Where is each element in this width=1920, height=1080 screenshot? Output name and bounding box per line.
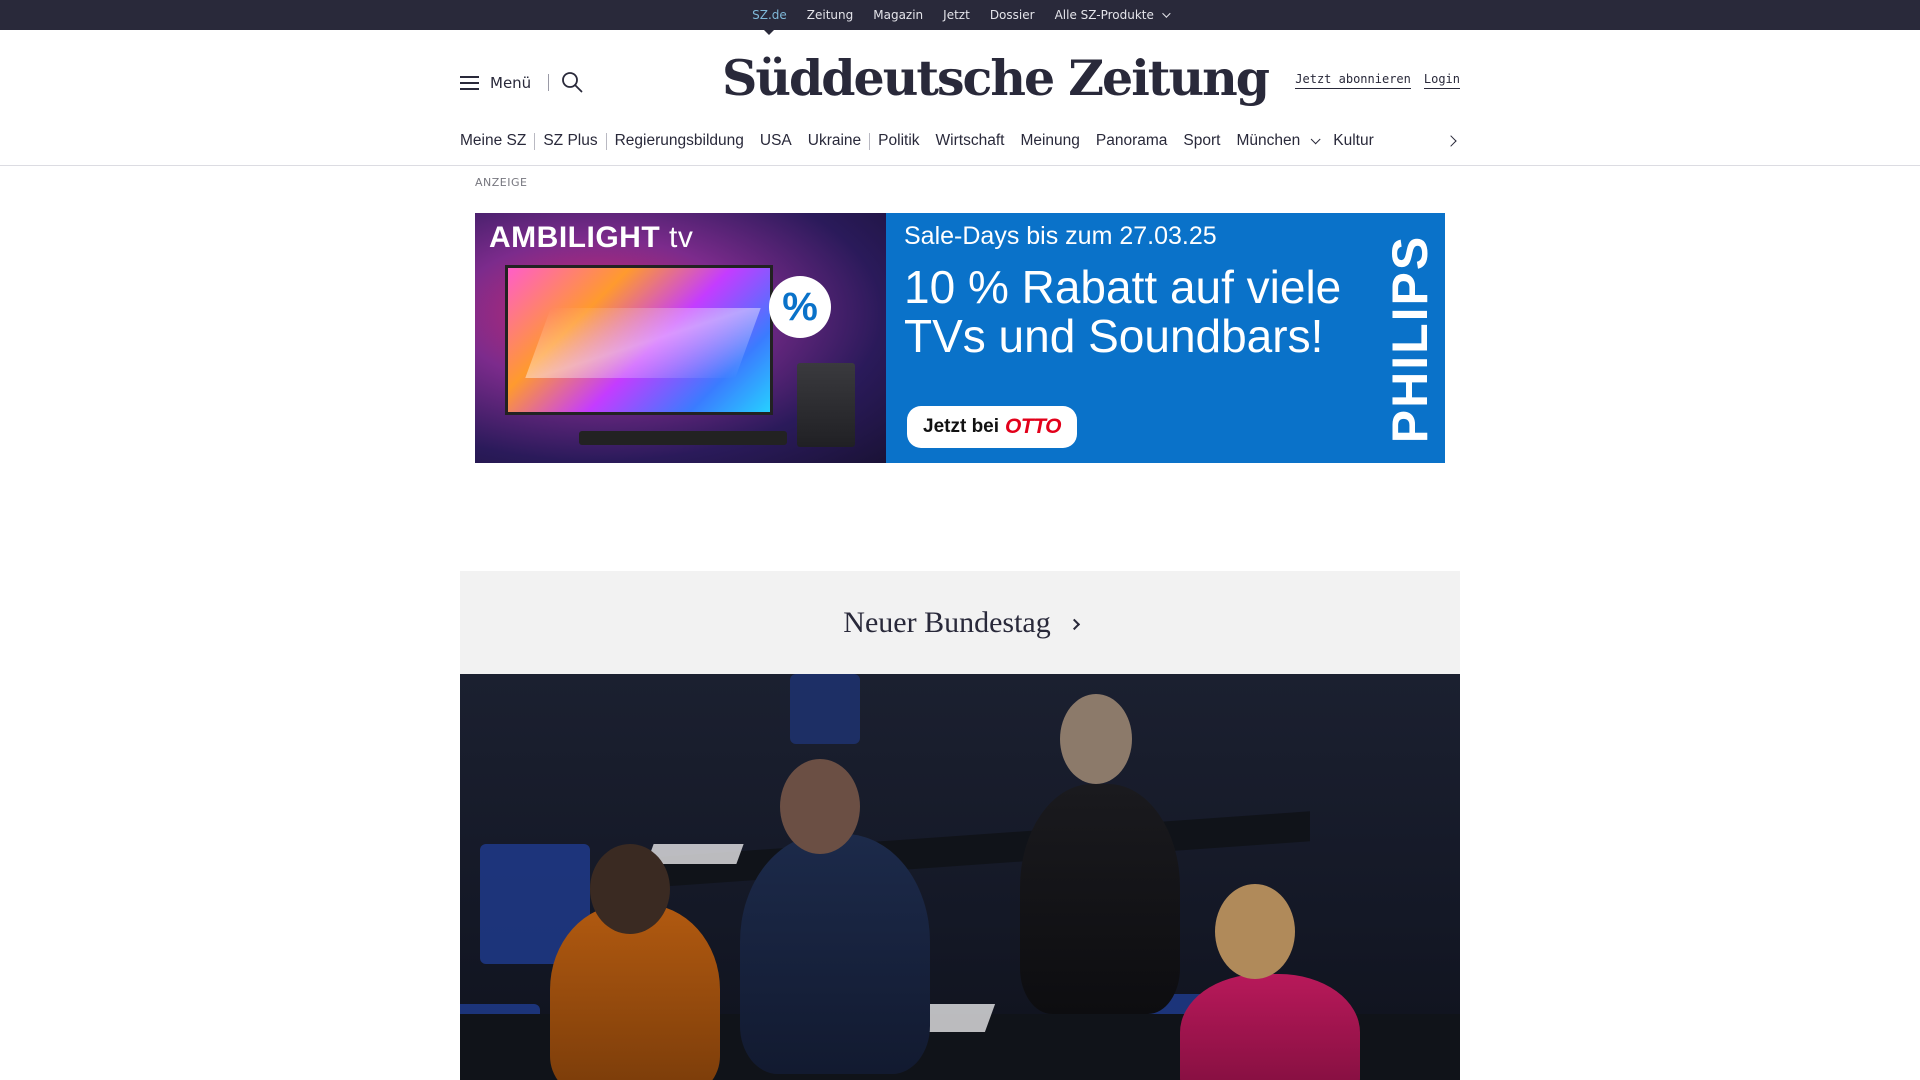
hero-image[interactable] [460,674,1460,1080]
hamburger-icon [460,76,479,90]
section-muenchen-label: München [1236,132,1301,149]
section-ukraine[interactable]: Ukraine [808,132,861,150]
ad-banner[interactable]: AMBILIGHT tv % Sale-Days bis zum 27.03.2… [475,213,1445,463]
section-muenchen[interactable]: München [1236,132,1321,150]
section-nav: Meine SZ SZ Plus Regierungsbildung USA U… [460,130,1460,152]
ad-cta-prefix: Jetzt bei [923,416,1000,437]
header-divider [0,165,1920,166]
all-products-label: Alle SZ-Produkte [1054,8,1154,22]
section-meine-sz[interactable]: Meine SZ [460,132,526,150]
account-links: Jetzt abonnieren Login [1282,72,1460,89]
person-shape [1020,784,1180,1014]
section-divider [605,132,607,150]
section-divider [534,132,536,150]
section-usa[interactable]: USA [760,132,792,150]
ad-cta-partner: OTTO [1005,415,1061,438]
menu-label: Menü [490,74,532,92]
ad-headline: 10 % Rabatt auf viele TVs und Soundbars! [904,261,1342,362]
topic-title: Neuer Bundestag [843,605,1051,639]
section-sz-plus[interactable]: SZ Plus [543,132,597,150]
ad-brand-suffix: tv [668,221,694,254]
person-head-shape [780,759,860,854]
section-regierungsbildung[interactable]: Regierungsbildung [615,132,744,150]
advertiser-logo: PHILIPS [1380,223,1440,455]
menu-divider [548,74,549,91]
menu-button[interactable]: Menü [460,74,531,92]
ad-cta-button[interactable]: Jetzt bei OTTO [907,406,1077,448]
all-products-dropdown[interactable]: Alle SZ-Produkte [1054,8,1171,22]
chevron-down-icon [1162,9,1171,18]
section-divider [869,132,871,150]
top-link-dossier[interactable]: Dossier [990,8,1035,22]
top-link-magazin[interactable]: Magazin [873,8,923,22]
top-link-zeitung[interactable]: Zeitung [807,8,853,22]
tv-image [505,265,773,415]
person-shape [740,834,930,1074]
top-bar: SZ.de Zeitung Magazin Jetzt Dossier Alle… [0,0,1920,35]
seat-shape [790,674,860,744]
subwoofer-image [797,363,855,447]
subscribe-link[interactable]: Jetzt abonnieren [1295,72,1411,89]
site-header: Menü Süddeutsche Zeitung Jetzt abonniere… [460,30,1460,136]
top-link-jetzt[interactable]: Jetzt [943,8,970,22]
section-sport[interactable]: Sport [1183,132,1220,150]
ad-brand: AMBILIGHT tv [489,221,693,255]
person-head-shape [1215,884,1295,979]
topic-banner[interactable]: Neuer Bundestag [460,571,1460,674]
section-meinung[interactable]: Meinung [1020,132,1079,150]
section-kultur[interactable]: Kultur [1333,132,1374,150]
ad-brand-name: AMBILIGHT [489,221,661,254]
section-panorama[interactable]: Panorama [1096,132,1168,150]
percent-badge: % [769,276,831,338]
soundbar-image [579,431,787,445]
site-logo[interactable]: Süddeutsche Zeitung [722,48,1270,108]
person-head-shape [1060,694,1132,784]
chevron-down-icon [1310,133,1321,144]
top-link-sz-de[interactable]: SZ.de [752,8,787,35]
login-link[interactable]: Login [1423,72,1460,89]
person-shape [1180,974,1360,1080]
advertiser-name: PHILIPS [1382,234,1438,444]
section-politik[interactable]: Politik [878,132,919,150]
chevron-right-icon[interactable] [1446,134,1460,148]
top-nav: SZ.de Zeitung Magazin Jetzt Dossier Alle… [0,0,1920,35]
ad-label: ANZEIGE [475,176,528,189]
search-icon[interactable] [561,71,583,93]
person-head-shape [590,844,670,934]
ad-sale-text: Sale-Days bis zum 27.03.25 [904,222,1217,250]
chevron-right-icon [1068,618,1080,630]
section-wirtschaft[interactable]: Wirtschaft [936,132,1005,150]
ad-product-image: AMBILIGHT tv % [475,213,886,463]
